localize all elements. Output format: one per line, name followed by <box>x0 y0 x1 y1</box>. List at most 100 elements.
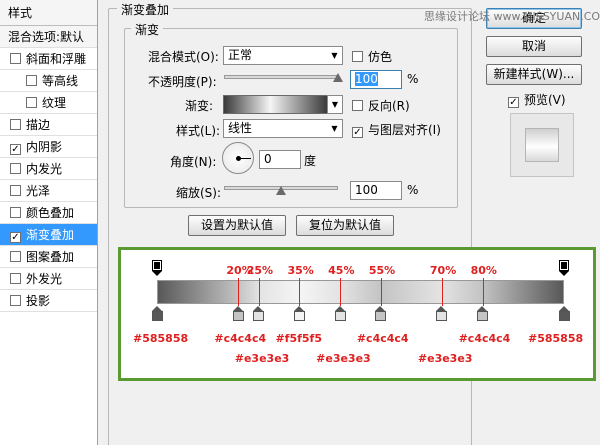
style-item-checkbox[interactable] <box>10 273 21 284</box>
style-item[interactable]: ✓ 内阴影 <box>0 136 97 158</box>
stop-hex-label: #c4c4c4 <box>356 332 409 345</box>
watermark: 思缘设计论坛 www.MISSYUAN.COM <box>424 10 600 23</box>
style-item[interactable]: 等高线 <box>0 70 97 92</box>
style-item-checkbox[interactable] <box>26 97 37 108</box>
opacity-value: 100 <box>355 72 378 86</box>
style-item[interactable]: 纹理 <box>0 92 97 114</box>
cancel-button[interactable]: 取消 <box>486 36 582 57</box>
style-item[interactable]: 描边 <box>0 114 97 136</box>
style-select[interactable]: 线性 ▼ <box>223 119 343 138</box>
style-item[interactable]: 外发光 <box>0 268 97 290</box>
opacity-slider-thumb[interactable] <box>333 73 343 82</box>
style-item-checkbox[interactable] <box>10 207 21 218</box>
stop-percent-label: 35% <box>287 264 314 277</box>
blend-mode-select[interactable]: 正常 ▼ <box>223 46 343 65</box>
stop-hex-label: #e3e3e3 <box>234 352 290 365</box>
color-stop[interactable] <box>375 306 387 322</box>
color-stop[interactable] <box>436 306 448 322</box>
style-item[interactable]: 投影 <box>0 290 97 312</box>
style-item[interactable]: 混合选项:默认 <box>0 26 97 48</box>
style-item-checkbox[interactable] <box>10 251 21 262</box>
preview-checkbox[interactable]: ✓ 预览(V) <box>508 91 566 108</box>
style-item-label: 纹理 <box>42 96 67 110</box>
opacity-slider-track[interactable] <box>224 75 338 79</box>
stop-guide-line <box>380 278 382 306</box>
gradient-bar[interactable] <box>157 280 564 304</box>
style-item[interactable]: 内发光 <box>0 158 97 180</box>
style-item-checkbox[interactable] <box>10 53 21 64</box>
styles-header[interactable]: 样式 <box>0 0 97 26</box>
color-stop[interactable] <box>334 306 346 322</box>
align-checkbox[interactable]: ✓ 与图层对齐(I) <box>352 121 441 138</box>
style-item[interactable]: 图案叠加 <box>0 246 97 268</box>
reverse-checkbox-box[interactable] <box>352 100 363 111</box>
preview-checkbox-box[interactable]: ✓ <box>508 97 519 108</box>
angle-dial[interactable] <box>222 142 254 174</box>
stop-hex-label: #c4c4c4 <box>214 332 267 345</box>
gradient-picker[interactable] <box>223 95 328 114</box>
reset-default-button[interactable]: 复位为默认值 <box>296 215 394 236</box>
color-stop[interactable] <box>232 306 244 322</box>
style-item-label: 颜色叠加 <box>26 206 75 220</box>
style-item-label: 斜面和浮雕 <box>26 52 87 66</box>
color-stop[interactable] <box>253 306 265 322</box>
stop-hex-label: #f5f5f5 <box>275 332 322 345</box>
style-item-label: 光泽 <box>26 184 51 198</box>
style-item-label: 内阴影 <box>26 140 63 154</box>
style-item[interactable]: 颜色叠加 <box>0 202 97 224</box>
stop-guide-line <box>441 278 443 306</box>
color-stop[interactable] <box>477 306 489 322</box>
opacity-stop-left[interactable] <box>152 260 162 276</box>
stop-percent-label: 55% <box>368 264 396 277</box>
gradient-label: 渐变: <box>185 99 214 113</box>
style-preview-swatch <box>525 128 559 162</box>
chevron-down-icon: ▼ <box>331 51 338 60</box>
set-default-button[interactable]: 设置为默认值 <box>188 215 286 236</box>
style-item[interactable]: ✓ 渐变叠加 <box>0 224 97 246</box>
gradient-editor-annotation: #585858 20% #c4c4c4 25% #e3e3e3 35% #f5f5f5 45%… <box>118 247 596 381</box>
angle-value: 0 <box>264 152 272 166</box>
angle-unit: 度 <box>304 154 317 168</box>
style-item-label: 投影 <box>26 294 51 308</box>
style-item-checkbox[interactable] <box>10 163 21 174</box>
angle-dial-center <box>236 156 241 161</box>
stop-guide-line <box>258 278 260 306</box>
color-stop[interactable] <box>293 306 305 322</box>
opacity-label: 不透明度(P): <box>148 75 217 89</box>
color-stop[interactable] <box>558 306 570 322</box>
stop-percent-label: 80% <box>470 264 497 277</box>
preview-label: 预览(V) <box>524 93 566 107</box>
style-item-label: 外发光 <box>26 272 63 286</box>
style-preview <box>510 113 574 177</box>
style-item-checkbox[interactable]: ✓ <box>10 232 21 243</box>
scale-slider-thumb[interactable] <box>276 186 286 195</box>
style-item-label: 混合选项:默认 <box>8 30 85 44</box>
style-value: 线性 <box>228 121 253 135</box>
style-item-label: 内发光 <box>26 162 63 176</box>
dither-checkbox-box[interactable] <box>352 51 363 62</box>
dither-label: 仿色 <box>368 50 393 64</box>
style-item-checkbox[interactable] <box>10 295 21 306</box>
chevron-down-icon: ▼ <box>331 100 339 109</box>
scale-input[interactable]: 100 <box>350 181 402 200</box>
color-stop[interactable] <box>151 306 163 322</box>
style-item[interactable]: 光泽 <box>0 180 97 202</box>
angle-input[interactable]: 0 <box>259 150 301 169</box>
stop-guide-line <box>340 278 342 306</box>
style-item-checkbox[interactable] <box>10 119 21 130</box>
style-item-checkbox[interactable] <box>26 75 37 86</box>
align-checkbox-box[interactable]: ✓ <box>352 127 363 138</box>
style-item[interactable]: 斜面和浮雕 <box>0 48 97 70</box>
dither-checkbox[interactable]: 仿色 <box>352 48 392 65</box>
opacity-input[interactable]: 100 <box>350 70 402 89</box>
reverse-checkbox[interactable]: 反向(R) <box>352 97 410 114</box>
style-item-checkbox[interactable]: ✓ <box>10 144 21 155</box>
gradient-dropdown[interactable]: ▼ <box>327 95 343 114</box>
stop-hex-label: #585858 <box>528 332 584 345</box>
style-item-checkbox[interactable] <box>10 185 21 196</box>
section-title: 渐变叠加 <box>117 1 174 18</box>
opacity-stop-right[interactable] <box>559 260 569 276</box>
style-label: 样式(L): <box>176 124 221 138</box>
new-style-button[interactable]: 新建样式(W)... <box>486 64 582 85</box>
stop-hex-label: #c4c4c4 <box>458 332 511 345</box>
